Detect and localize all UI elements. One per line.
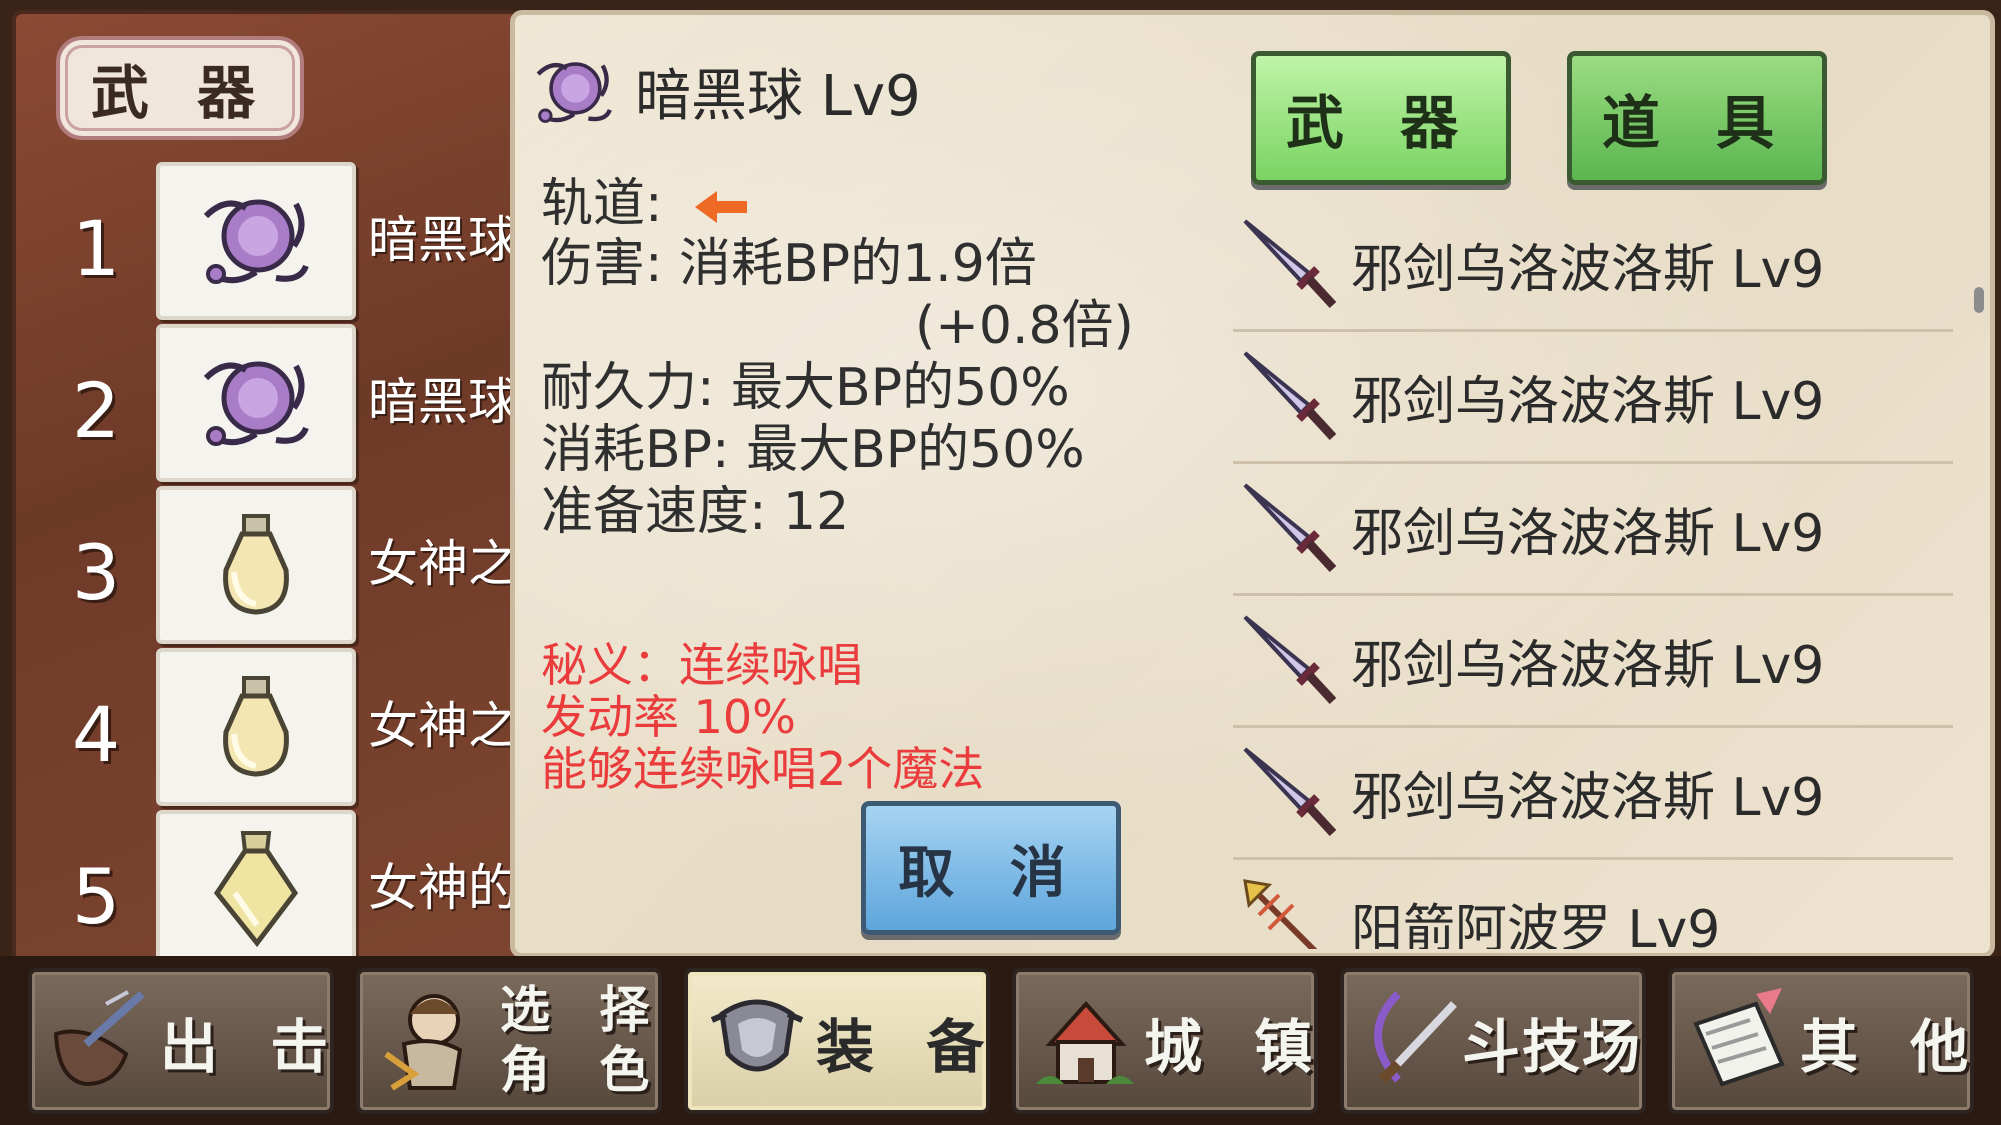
list-item[interactable]: 邪剑乌洛波洛斯 Lv9	[1233, 197, 1953, 332]
weapon-slot-5[interactable]: 5 女神的	[16, 810, 518, 962]
nav-label: 装 备	[816, 1013, 1001, 1081]
town-icon	[1036, 1001, 1134, 1084]
list-item-label: 阳箭阿波罗 Lv9	[1351, 900, 1721, 949]
slot-icon-box[interactable]	[156, 162, 356, 320]
panel-title: 武 器	[56, 36, 304, 140]
slot-number: 4	[71, 690, 121, 779]
list-item[interactable]: 邪剑乌洛波洛斯 Lv9	[1233, 725, 1953, 860]
dark-orb-icon	[203, 199, 309, 284]
nav-label: 城 镇	[1144, 1013, 1329, 1081]
list-item-label: 邪剑乌洛波洛斯 Lv9	[1351, 636, 1825, 696]
nav-character-select[interactable]: 选 择 角 色	[356, 968, 662, 1114]
slot-number: 1	[71, 204, 121, 293]
nav-arena[interactable]: 斗技场	[1340, 968, 1646, 1114]
list-scrollbar[interactable]	[1974, 287, 1984, 313]
nav-label: 选 择 角 色	[500, 980, 660, 1100]
arrow-icon	[1243, 879, 1318, 949]
slot-number: 5	[71, 852, 121, 941]
nav-sortie[interactable]: 出 击	[28, 968, 334, 1114]
slot-number: 3	[71, 528, 121, 617]
nav-label: 出 击	[160, 1013, 345, 1081]
slot-name: 暗黑球	[368, 211, 518, 269]
nav-label: 斗技场	[1462, 1013, 1643, 1081]
sword-icon	[1243, 351, 1337, 441]
slot-name: 女神之	[368, 697, 518, 755]
cancel-button[interactable]: 取 消	[861, 801, 1121, 935]
list-item-label: 邪剑乌洛波洛斯 Lv9	[1351, 372, 1825, 432]
sortie-icon	[53, 990, 145, 1087]
list-item-label: 邪剑乌洛波洛斯 Lv9	[1351, 504, 1825, 564]
tab-item[interactable]: 道 具	[1567, 51, 1827, 185]
other-icon	[1693, 988, 1785, 1087]
potion-bottle-icon	[223, 676, 289, 777]
nav-label-line1: 选 择	[500, 981, 666, 1039]
slot-name: 暗黑球	[368, 373, 518, 431]
slot-icon-box[interactable]	[156, 324, 356, 482]
item-title-row: 暗黑球 Lv9	[531, 51, 921, 132]
slot-icon-box[interactable]	[156, 810, 356, 962]
arena-icon	[1374, 991, 1457, 1084]
prep-speed-stat: 准备速度: 12	[541, 482, 850, 542]
list-item[interactable]: 邪剑乌洛波洛斯 Lv9	[1233, 329, 1953, 464]
slot-number: 2	[71, 366, 121, 455]
nav-other[interactable]: 其 他	[1668, 968, 1974, 1114]
list-item-label: 邪剑乌洛波洛斯 Lv9	[1351, 768, 1825, 828]
sword-icon	[1243, 615, 1337, 705]
nav-label: 其 他	[1800, 1013, 1985, 1081]
weapon-slot-1[interactable]: 1 暗黑球	[16, 162, 516, 322]
potion-bottle-icon	[223, 514, 289, 615]
special-skill-desc: 能够连续咏唱2个魔法	[541, 742, 985, 796]
elixir-flask-icon	[213, 831, 299, 948]
armor-icon	[710, 999, 804, 1072]
list-item[interactable]: 邪剑乌洛波洛斯 Lv9	[1233, 593, 1953, 728]
item-title: 暗黑球 Lv9	[635, 64, 921, 129]
list-item-label: 邪剑乌洛波洛斯 Lv9	[1351, 240, 1825, 300]
slot-name: 女神的	[368, 859, 518, 917]
sword-icon	[1243, 219, 1337, 309]
nav-label-line2: 角 色	[500, 1041, 666, 1099]
bottom-nav: 出 击 选 择 角 色 装 备 城 镇 斗技场 其 他	[0, 956, 2001, 1125]
nav-town[interactable]: 城 镇	[1012, 968, 1318, 1114]
weapon-slot-3[interactable]: 3 女神之	[16, 486, 516, 646]
sword-icon	[1243, 747, 1337, 837]
item-detail-panel: 暗黑球 Lv9 轨道: 伤害: 消耗BP的1.9倍 (+0.8倍) 耐久力: 最…	[510, 10, 1995, 958]
dark-orb-icon	[203, 361, 309, 446]
slot-icon-box[interactable]	[156, 486, 356, 644]
nav-equipment[interactable]: 装 备	[684, 968, 990, 1114]
weapon-slot-2[interactable]: 2 暗黑球	[16, 324, 516, 484]
weapon-list[interactable]: 邪剑乌洛波洛斯 Lv9 邪剑乌洛波洛斯 Lv9 邪剑乌洛波洛斯 Lv9 邪剑乌洛…	[1233, 197, 1973, 949]
weapon-slot-panel: 武 器 1 暗黑球 2 暗黑球 3 女神之 4 女神之 5 女神的	[12, 10, 520, 966]
slot-icon-box[interactable]	[156, 648, 356, 806]
list-item[interactable]: 邪剑乌洛波洛斯 Lv9	[1233, 461, 1953, 596]
list-item[interactable]: 阳箭阿波罗 Lv9	[1233, 857, 1953, 949]
sword-icon	[1243, 483, 1337, 573]
tab-weapon[interactable]: 武 器	[1251, 51, 1511, 185]
weapon-slot-4[interactable]: 4 女神之	[16, 648, 516, 808]
dark-orb-icon	[536, 61, 612, 123]
character-select-icon	[384, 994, 463, 1091]
slot-name: 女神之	[368, 535, 518, 593]
